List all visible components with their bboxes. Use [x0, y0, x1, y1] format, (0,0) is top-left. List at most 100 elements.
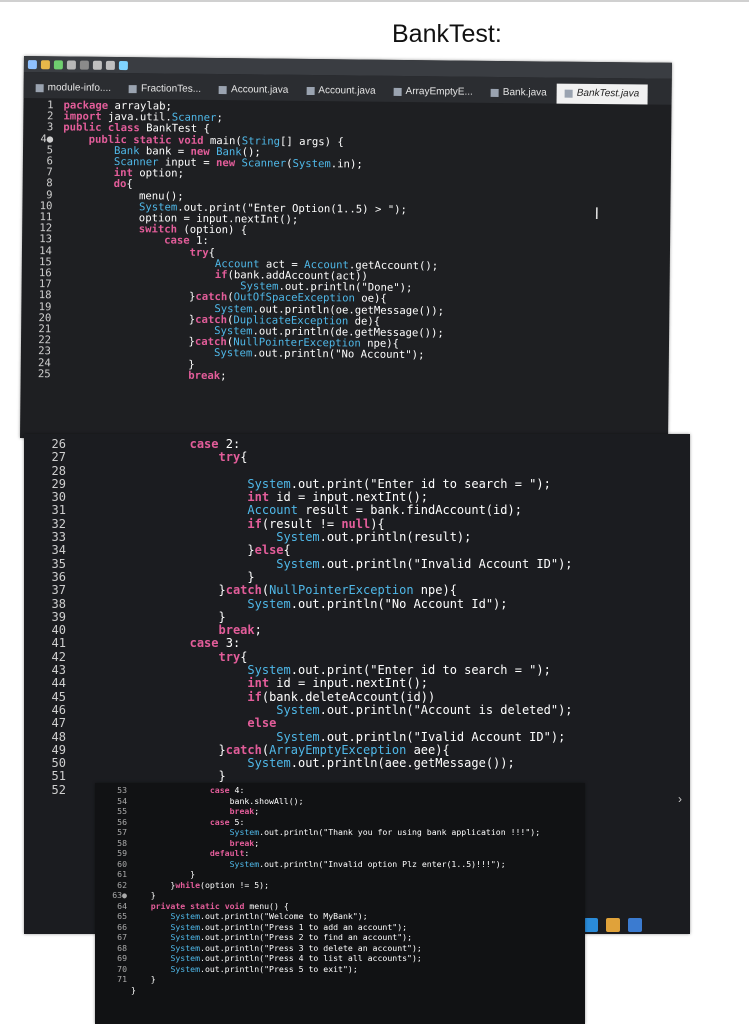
- line-number: 46: [51, 702, 66, 717]
- tab-1[interactable]: FractionTes...: [121, 79, 209, 100]
- code-text: System.out.println("Welcome to MyBank");: [170, 911, 368, 921]
- code-text: System.out.println("Invalid Account ID")…: [276, 556, 573, 571]
- tab-5[interactable]: Bank.java: [483, 83, 555, 104]
- code-line: 49 }catch(ArrayEmptyException aee){: [24, 743, 573, 757]
- terminal-icon[interactable]: [118, 60, 128, 70]
- code-line: 32 if(result != null){: [24, 516, 573, 531]
- save-icon[interactable]: [66, 59, 76, 70]
- code-text: default:: [209, 848, 250, 858]
- run-icon[interactable]: [53, 59, 63, 69]
- forward-arrow-icon[interactable]: [105, 60, 115, 70]
- open-folder-icon[interactable]: [40, 59, 50, 69]
- code-line: 59 default:: [95, 848, 540, 859]
- code-line: 30 int id = input.nextInt();: [24, 490, 573, 505]
- code-text: System.out.println("Ivalid Account ID");: [276, 729, 566, 744]
- line-number: 29: [51, 476, 66, 491]
- code-line: 26 case 2:: [24, 437, 573, 451]
- line-number: 37: [51, 583, 66, 598]
- java-file-icon: [393, 87, 402, 96]
- tab-0[interactable]: module-info....: [28, 78, 120, 99]
- code-line: 57 System.out.println("Thank you for usi…: [95, 827, 540, 838]
- code-line: 65 System.out.println("Welcome to MyBank…: [95, 911, 540, 922]
- tab-4[interactable]: ArrayEmptyE...: [385, 82, 480, 103]
- store-icon[interactable]: [628, 918, 642, 932]
- tab-label: ArrayEmptyE...: [405, 85, 473, 98]
- code-line: 43 System.out.print("Enter id to search …: [24, 663, 573, 678]
- code-line: 55 break;: [95, 806, 540, 817]
- code-text: System.out.println("Account is deleted")…: [276, 702, 573, 717]
- page-title: BankTest:: [392, 20, 502, 48]
- line-number: 54: [117, 795, 127, 806]
- line-number: 56: [117, 816, 127, 827]
- editor-photo-3: 53 case 4: 54 bank.showAll(); 55 break; 56 …: [95, 783, 585, 1024]
- tab-6[interactable]: BankTest.java: [556, 83, 648, 105]
- code-line: 53 case 4:: [95, 785, 540, 796]
- back-arrow-icon[interactable]: [92, 60, 102, 70]
- code-text: case 2:: [189, 437, 241, 451]
- code-text: case 5:: [209, 816, 245, 827]
- line-number: 36: [51, 569, 66, 584]
- code-block-part-2: 26 case 2: 27 try{28 29 System.out.print("…: [24, 437, 573, 797]
- java-file-icon: [490, 88, 499, 97]
- code-line: 61 }: [95, 869, 540, 880]
- code-text: System.out.println("Press 5 to exit");: [170, 963, 358, 974]
- code-text: System.out.println("Press 3 to delete an…: [170, 942, 422, 953]
- code-text: break;: [229, 806, 260, 816]
- java-file-icon: [219, 85, 228, 94]
- line-number: 50: [51, 756, 66, 771]
- line-number: 57: [117, 827, 127, 837]
- code-text: int id = input.nextInt();: [247, 676, 429, 691]
- line-number: 62: [117, 879, 127, 890]
- line-number: 45: [51, 689, 66, 704]
- code-line: 47 else: [24, 716, 573, 731]
- line-number: 39: [51, 609, 66, 624]
- editor-photo-1: module-info.... FractionTes... Account.jav…: [19, 56, 672, 445]
- tab-3[interactable]: Account.java: [298, 81, 383, 102]
- line-number: 41: [51, 636, 66, 651]
- code-text: }: [74, 609, 226, 624]
- line-number: 30: [51, 490, 66, 505]
- code-line: 38 System.out.println("No Account Id");: [24, 597, 573, 611]
- code-line: 68 System.out.println("Press 3 to delete…: [95, 943, 540, 954]
- line-number: 52: [51, 782, 66, 797]
- tab-label: BankTest.java: [576, 87, 640, 100]
- line-number: 26: [51, 437, 66, 451]
- line-number: 32: [51, 516, 66, 531]
- code-line: 34 }else{: [24, 543, 573, 558]
- code-line: 36 }: [24, 569, 573, 584]
- code-line: 31 Account result = bank.findAccount(id)…: [24, 503, 573, 518]
- code-text: if(bank.deleteAccount(id)): [247, 689, 436, 704]
- line-number: 47: [51, 716, 66, 731]
- line-number: 53: [117, 785, 127, 795]
- code-text: private static void menu() {: [150, 900, 289, 911]
- code-line: 63● }: [95, 890, 540, 901]
- code-text: System.out.println(aee.getMessage());: [247, 756, 515, 771]
- code-block-part-1: 1 package arraylab; 2 import java.util.Scan…: [25, 99, 447, 384]
- new-file-icon[interactable]: [27, 59, 37, 69]
- taskbar: [584, 912, 690, 934]
- code-text: System.out.println(result);: [276, 530, 472, 545]
- file-explorer-icon[interactable]: [606, 918, 620, 932]
- code-line: }: [95, 985, 540, 996]
- tab-2[interactable]: Account.java: [211, 80, 296, 101]
- line-number: 66: [117, 921, 127, 932]
- line-number: 34: [51, 543, 66, 558]
- code-text: System.out.println("Press 1 to add an ac…: [170, 921, 408, 932]
- code-line: 64 private static void menu() {: [95, 901, 540, 912]
- code-line: 56 case 5:: [95, 817, 540, 828]
- java-file-icon: [128, 84, 138, 93]
- line-number: 31: [51, 503, 66, 518]
- code-text: System.out.println("Invalid option Plz e…: [229, 858, 506, 869]
- browser-icon[interactable]: [584, 918, 598, 932]
- debug-icon[interactable]: [79, 60, 89, 70]
- scroll-right-icon[interactable]: ›: [678, 792, 682, 806]
- code-line: 41 case 3:: [24, 636, 573, 651]
- code-line: 46 System.out.println("Account is delete…: [24, 702, 573, 717]
- line-number: 55: [117, 806, 127, 816]
- line-number: 60: [117, 858, 127, 869]
- code-line: 66 System.out.println("Press 1 to add an…: [95, 922, 540, 933]
- code-text: System.out.print("Enter id to search = "…: [247, 476, 551, 491]
- line-number: 58: [117, 837, 127, 848]
- text-cursor-icon: I: [594, 203, 600, 224]
- line-number: 43: [51, 663, 66, 678]
